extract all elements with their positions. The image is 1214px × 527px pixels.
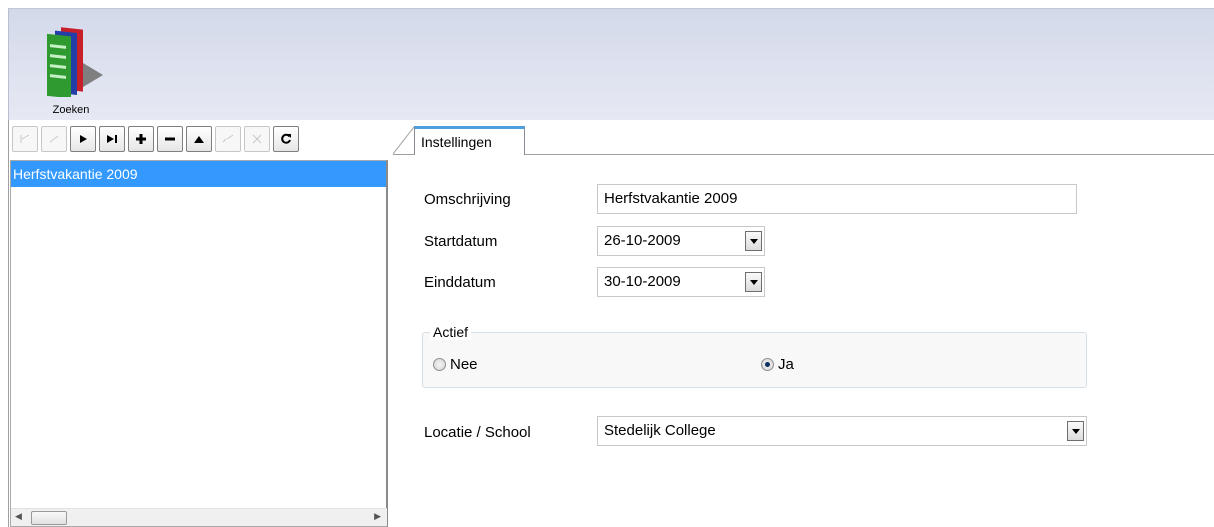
startdatum-value: 26-10-2009: [604, 232, 681, 249]
triangle-up-icon: [194, 136, 204, 143]
cancel-icon: [252, 134, 262, 144]
locatie-dropdown-button[interactable]: [1067, 421, 1084, 441]
refresh-icon: [281, 133, 291, 144]
prior-icon: [49, 135, 59, 143]
actief-groupbox: [422, 332, 1087, 388]
record-listbox[interactable]: Herfstvakantie 2009 ◀ ▶: [10, 160, 388, 527]
next-record-button[interactable]: [70, 126, 96, 152]
chevron-down-icon: [749, 279, 758, 285]
tab-instellingen[interactable]: Instellingen: [414, 126, 525, 155]
locatie-select[interactable]: Stedelijk College: [597, 416, 1087, 446]
prior-record-button[interactable]: [41, 126, 67, 152]
scroll-thumb[interactable]: [31, 511, 67, 525]
refresh-button[interactable]: [273, 126, 299, 152]
record-list-panel: Herfstvakantie 2009 ◀ ▶: [8, 122, 388, 527]
edit-record-button[interactable]: [186, 126, 212, 152]
ribbon-toolbar: Zoeken: [8, 8, 1214, 120]
radio-selected-dot: [765, 362, 770, 367]
tab-cover: [415, 154, 524, 156]
delete-record-button[interactable]: [157, 126, 183, 152]
add-record-button[interactable]: [128, 126, 154, 152]
startdatum-dropdown-button[interactable]: [745, 231, 762, 251]
cancel-record-button[interactable]: [244, 126, 270, 152]
chevron-down-icon: [749, 238, 758, 244]
post-record-button[interactable]: [215, 126, 241, 152]
horizontal-scrollbar[interactable]: ◀ ▶: [11, 508, 387, 526]
einddatum-dropdown-button[interactable]: [745, 272, 762, 292]
omschrijving-field[interactable]: Herfstvakantie 2009: [597, 184, 1077, 214]
scroll-left-icon[interactable]: ◀: [15, 511, 22, 522]
radio-nee[interactable]: Nee: [433, 356, 478, 373]
radio-nee-circle[interactable]: [433, 358, 446, 371]
zoeken-label: Zoeken: [52, 104, 90, 116]
db-navigator: [10, 124, 388, 154]
check-icon: [222, 134, 234, 143]
first-record-button[interactable]: [12, 126, 38, 152]
zoeken-button[interactable]: Zoeken: [31, 19, 111, 116]
radio-ja-circle[interactable]: [761, 358, 774, 371]
omschrijving-label: Omschrijving: [424, 191, 511, 208]
minus-icon: [165, 137, 175, 141]
scroll-right-icon[interactable]: ▶: [374, 511, 381, 522]
einddatum-value: 30-10-2009: [604, 273, 681, 290]
startdatum-picker[interactable]: 26-10-2009: [597, 226, 765, 256]
first-icon: [20, 134, 30, 143]
radio-ja-label: Ja: [778, 356, 794, 373]
last-record-button[interactable]: [99, 126, 125, 152]
locatie-label: Locatie / School: [424, 424, 531, 441]
search-books-icon: [47, 27, 103, 97]
play-icon: [80, 135, 87, 143]
chevron-down-icon: [1071, 428, 1080, 434]
einddatum-label: Einddatum: [424, 274, 496, 291]
actief-legend: Actief: [430, 324, 472, 340]
last-icon: [107, 135, 117, 143]
list-item[interactable]: Herfstvakantie 2009: [11, 161, 386, 187]
locatie-value: Stedelijk College: [604, 422, 716, 439]
einddatum-picker[interactable]: 30-10-2009: [597, 267, 765, 297]
radio-ja[interactable]: Ja: [761, 356, 794, 373]
plus-icon: [136, 134, 146, 144]
radio-nee-label: Nee: [450, 356, 478, 373]
splitter[interactable]: [388, 122, 402, 527]
startdatum-label: Startdatum: [424, 233, 498, 250]
